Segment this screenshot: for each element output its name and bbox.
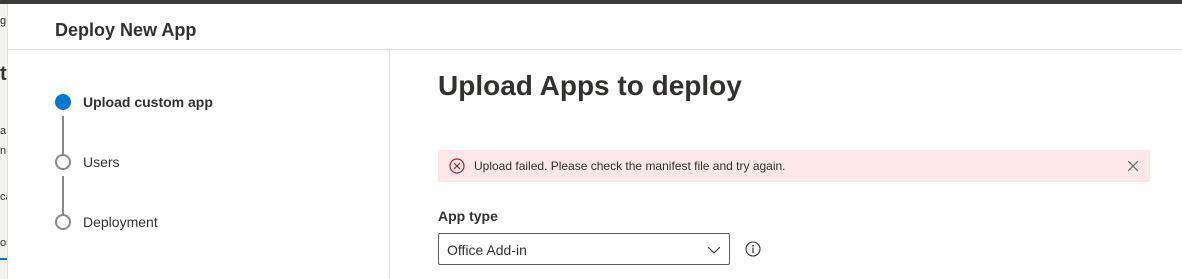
step-pending-indicator [55,154,71,170]
background-text: a [0,125,7,137]
background-text: n [0,145,7,157]
background-page-fragment: g t a n ca os [0,4,7,279]
panel-title: Deploy New App [55,20,197,40]
background-text: os [0,237,7,249]
error-badge-icon [449,158,465,174]
background-text: ca [0,191,7,203]
step-pending-indicator [55,214,71,230]
app-type-label: App type [438,208,498,224]
step-label: Users [83,154,120,170]
app-type-dropdown[interactable]: Office Add-in [438,233,730,265]
panel-header: Deploy New App [8,4,1182,50]
background-divider [0,258,7,260]
background-text: g [0,15,7,27]
error-message-text: Upload failed. Please check the manifest… [474,159,786,173]
step-active-indicator [55,94,71,110]
background-heading: t [0,63,7,85]
step-connector [62,116,64,156]
step-label: Upload custom app [83,94,213,110]
step-connector [62,176,64,216]
info-icon[interactable] [745,241,761,257]
step-label: Deployment [83,214,158,230]
page-title: Upload Apps to deploy [438,70,742,101]
chevron-down-icon [707,246,721,254]
app-type-selected-value: Office Add-in [447,242,527,258]
close-icon[interactable] [1124,157,1142,175]
error-message-bar: Upload failed. Please check the manifest… [438,150,1150,182]
